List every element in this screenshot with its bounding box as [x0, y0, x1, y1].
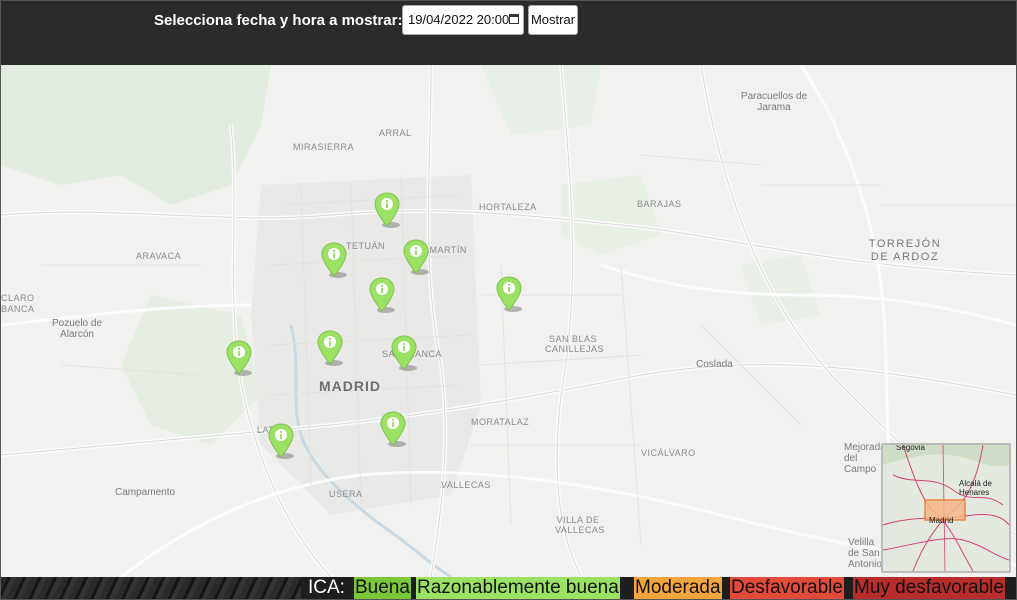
minimap-label: Madrid	[929, 516, 954, 525]
park-area	[741, 255, 821, 325]
minimap-image	[883, 445, 1009, 571]
station-marker[interactable]	[380, 411, 408, 447]
park-area	[561, 175, 661, 255]
station-marker[interactable]	[403, 239, 431, 275]
minimap-label: Segovia	[896, 443, 925, 452]
place-label: ARAVACA	[136, 251, 182, 261]
urban-area	[251, 175, 481, 515]
station-marker[interactable]	[226, 340, 254, 376]
place-label: SAN BLAS CANILLEJAS	[545, 334, 605, 354]
map-view[interactable]: ARRAL MIRASIERRA Paracuellos de Jarama H…	[1, 65, 1016, 577]
highway	[555, 65, 583, 577]
datetime-value: 19/04/2022 20:00	[408, 12, 510, 27]
place-label: VALLECAS	[441, 480, 491, 490]
station-marker[interactable]	[391, 335, 419, 371]
station-marker[interactable]	[374, 192, 402, 228]
datetime-input[interactable]: 19/04/2022 20:00	[402, 5, 524, 35]
place-label: TETUÁN	[346, 241, 385, 251]
legend-label: ICA:	[308, 577, 345, 598]
top-toolbar: Selecciona fecha y hora a mostrar: 19/04…	[1, 1, 1016, 65]
show-button[interactable]: Mostrar	[528, 5, 578, 35]
legend-category-moderada: Moderada	[634, 577, 722, 599]
ica-legend: ICA: Buena Razonablemente buena Moderada…	[1, 577, 1016, 599]
place-label: VILLA DE VALLECAS	[555, 515, 605, 535]
place-label: VICÁLVARO	[641, 448, 696, 458]
basemap	[1, 65, 1016, 577]
station-marker[interactable]	[496, 276, 524, 312]
station-marker[interactable]	[369, 277, 397, 313]
legend-category-muy-desfavorable: Muy desfavorable	[853, 577, 1005, 599]
place-label: Pozuelo de Alarcón	[51, 318, 103, 340]
legend-category-razonablemente-buena: Razonablemente buena	[416, 577, 620, 599]
calendar-icon[interactable]	[509, 14, 519, 24]
station-marker[interactable]	[268, 423, 296, 459]
place-label: HORTALEZA	[479, 202, 537, 212]
park-area	[481, 65, 601, 135]
overview-minimap[interactable]: Segovia Alcalá de Henares Madrid	[881, 443, 1011, 573]
place-label: Mejorada del Campo	[844, 442, 886, 475]
legend-category-buena: Buena	[354, 577, 411, 599]
legend-category-desfavorable: Desfavorable	[730, 577, 844, 599]
place-label: Coslada	[696, 359, 733, 370]
place-label: TORREJÓN DE ARDOZ	[868, 238, 942, 263]
place-label: MIRASIERRA	[293, 142, 355, 152]
minimap-label: Alcalá de Henares	[959, 479, 992, 497]
place-label: Velilla de San Antonio	[848, 537, 882, 570]
place-label: Paracuellos de Jarama	[740, 91, 808, 113]
legend-background-texture	[1, 577, 301, 599]
station-marker[interactable]	[317, 330, 345, 366]
station-marker[interactable]	[321, 242, 349, 278]
datetime-prompt-label: Selecciona fecha y hora a mostrar:	[154, 12, 403, 29]
place-label: BARAJAS	[637, 199, 682, 209]
place-label: CLARO BANCA	[1, 293, 35, 314]
app-frame: Selecciona fecha y hora a mostrar: 19/04…	[0, 0, 1017, 600]
place-label: Campamento	[115, 487, 176, 498]
place-label: ARRAL	[379, 128, 412, 138]
place-label: MORATALAZ	[471, 417, 530, 427]
place-label: MADRID	[319, 378, 381, 394]
place-label: USERA	[329, 489, 363, 499]
